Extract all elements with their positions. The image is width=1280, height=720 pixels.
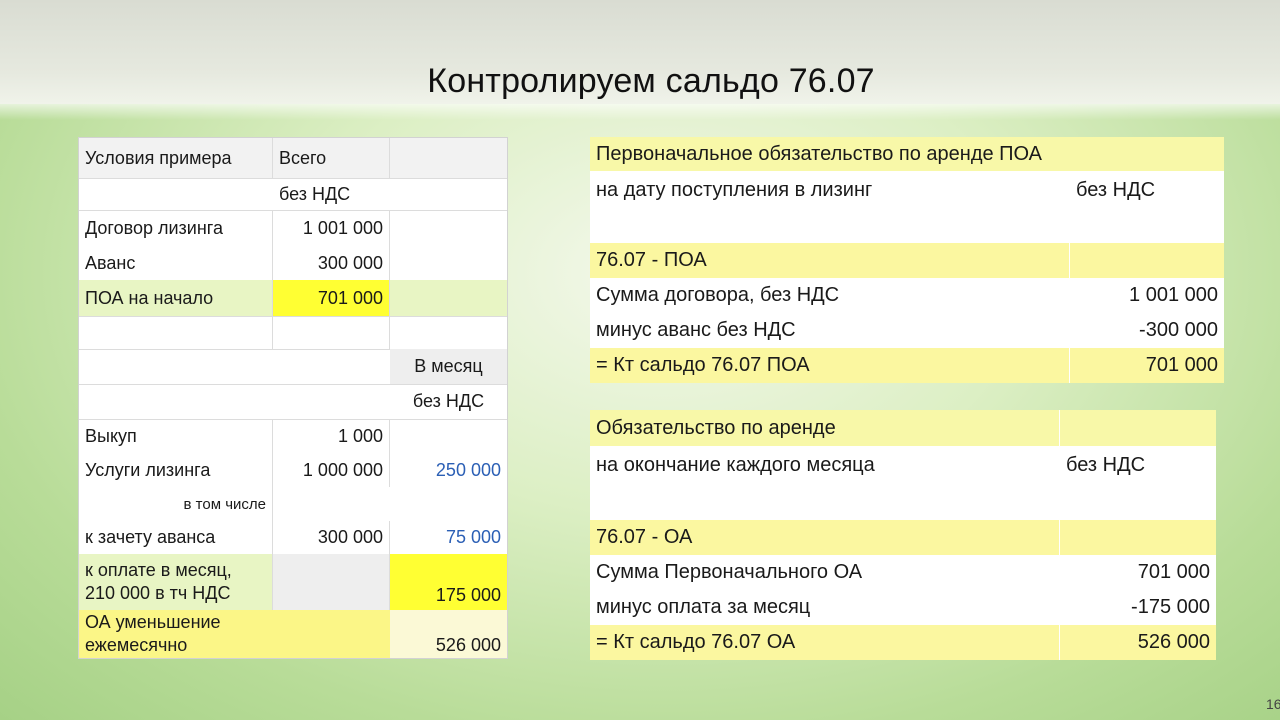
oa-decrease-label-line1: ОА уменьшение [85,612,221,632]
table-row: ПОА на начало 701 000 [79,280,507,317]
box-subtitle-vat: без НДС [1066,454,1146,476]
table-row: = Кт сальдо 76.07 ОА 526 000 [590,625,1216,660]
table-row: в том числе [79,487,507,521]
spacer-cell [79,316,273,349]
box-subtitle: на окончание каждого месяца [596,454,875,476]
table-header-row: Условия примера Всего [79,138,507,179]
oa-decrease-label-line2: ежемесячно [85,635,188,655]
offset-label: к зачету аванса [79,521,273,554]
contract-label: Договор лизинга [79,210,273,246]
vat-label: без НДС [412,391,485,411]
vat-row: без НДС [79,178,507,211]
vat-row: без НДС [79,384,507,420]
advance-label: Аванс [79,246,273,280]
account-label: 76.07 - ОА [590,520,1060,555]
oa-decrease-label: ОА уменьшение ежемесячно [79,610,390,658]
row-label: Сумма договора, без НДС [596,284,840,306]
table-row: Сумма Первоначального ОА 701 000 [590,555,1216,590]
row-value: 701 000 [1145,354,1218,376]
buyout-label: Выкуп [79,419,273,453]
account-row: 76.07 - ПОА [590,243,1224,278]
row-label: = Кт сальдо 76.07 ОА [590,625,1060,660]
table-row: Выкуп 1 000 [79,419,507,453]
table-row: к оплате в месяц, 210 000 в тч НДС 175 0… [79,554,507,611]
box-subtitle-row: на окончание каждого месяца без НДС [590,446,1216,520]
offset-total: 300 000 [273,521,390,554]
row-value: 526 000 [1137,631,1210,653]
row-label: Сумма Первоначального ОА [596,561,863,583]
month-header-row: В месяц [79,349,507,385]
row-value: -175 000 [1131,596,1210,618]
box-subtitle-row: на дату поступления в лизинг без НДС [590,171,1224,243]
account-row: 76.07 - ОА [590,520,1216,555]
row-value: 701 000 [1137,561,1210,583]
month-header: В месяц [390,349,507,384]
table-row: Сумма договора, без НДС 1 001 000 [590,278,1224,313]
initial-lease-liability-box: Первоначальное обязательство по аренде П… [590,137,1224,383]
table-row: Услуги лизинга 1 000 000 250 000 [79,453,507,487]
monthly-payment-value: 175 000 [390,554,507,610]
box-title-row: Первоначальное обязательство по аренде П… [590,137,1224,171]
account-label: 76.07 - ПОА [590,243,1070,278]
header-total: Всего [273,138,390,178]
table-row: минус аванс без НДС -300 000 [590,313,1224,348]
table-row: Аванс 300 000 [79,246,507,280]
table-row: Договор лизинга 1 001 000 [79,210,507,246]
monthly-payment-label-line1: к оплате в месяц, [85,560,232,580]
table-row: к зачету аванса 300 000 75 000 [79,521,507,555]
slide-title: Контролируем сальдо 76.07 [427,62,875,100]
lease-liability-box: Обязательство по аренде на окончание каж… [590,410,1216,660]
oa-decrease-value: 526 000 [390,610,507,658]
contract-value: 1 001 000 [273,210,390,246]
header-band-edge [0,104,1280,120]
box-title: Обязательство по аренде [590,410,1060,446]
services-label: Услуги лизинга [79,453,273,487]
poa-start-label: ПОА на начало [79,280,273,316]
spacer-row [79,316,507,350]
row-value: 1 001 000 [1129,284,1218,306]
row-label: = Кт сальдо 76.07 ПОА [590,348,1070,383]
offset-month: 75 000 [445,527,501,547]
monthly-payment-total-empty [273,554,390,610]
vat-label: без НДС [279,183,351,204]
table-row: минус оплата за месяц -175 000 [590,590,1216,625]
header-conditions: Условия примера [79,138,273,178]
row-label: минус аванс без НДС [596,319,796,341]
box-title: Первоначальное обязательство по аренде П… [596,142,1043,165]
table-row: = Кт сальдо 76.07 ПОА 701 000 [590,348,1224,383]
row-label: минус оплата за месяц [596,596,811,618]
services-month: 250 000 [435,459,501,480]
poa-start-value: 701 000 [273,280,390,316]
monthly-payment-label-line2: 210 000 в тч НДС [85,583,231,603]
services-total: 1 000 000 [273,453,390,487]
spacer-cell [273,316,390,349]
box-subtitle: на дату поступления в лизинг [596,179,873,201]
box-subtitle-vat: без НДС [1076,179,1156,201]
advance-value: 300 000 [273,246,390,280]
example-conditions-table: Условия примера Всего без НДС Договор ли… [78,137,508,659]
header-empty [390,138,507,178]
table-row: ОА уменьшение ежемесячно 526 000 [79,610,507,658]
row-value: -300 000 [1139,319,1218,341]
monthly-payment-label: к оплате в месяц, 210 000 в тч НДС [79,554,273,610]
buyout-value: 1 000 [273,419,390,453]
box-title-row: Обязательство по аренде [590,410,1216,446]
including-label: в том числе [79,487,273,521]
slide-number: 16 [1266,696,1280,712]
